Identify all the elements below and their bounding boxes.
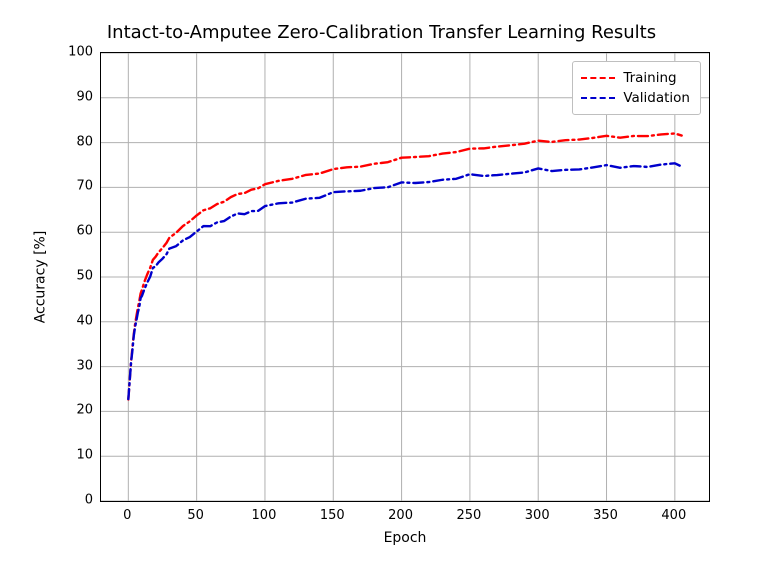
- chart-title: Intact-to-Amputee Zero-Calibration Trans…: [0, 22, 763, 43]
- training-line: [128, 133, 681, 399]
- x-tick: 50: [187, 508, 204, 523]
- y-tick: 50: [43, 269, 93, 284]
- legend: Training Validation: [572, 61, 701, 115]
- grid: [101, 53, 709, 501]
- training-swatch: [581, 77, 615, 79]
- y-tick: 80: [43, 134, 93, 149]
- legend-label-training: Training: [623, 70, 676, 86]
- y-tick: 70: [43, 179, 93, 194]
- chart-figure: Intact-to-Amputee Zero-Calibration Trans…: [0, 0, 763, 571]
- validation-swatch: [581, 97, 615, 99]
- legend-label-validation: Validation: [623, 90, 690, 106]
- x-tick: 150: [320, 508, 345, 523]
- y-tick: 100: [43, 45, 93, 60]
- plot-area: Training Validation: [100, 52, 710, 502]
- x-axis-label: Epoch: [100, 530, 710, 546]
- y-tick: 20: [43, 403, 93, 418]
- y-tick: 30: [43, 358, 93, 373]
- y-tick: 10: [43, 448, 93, 463]
- x-tick: 400: [661, 508, 686, 523]
- x-tick: 200: [388, 508, 413, 523]
- x-tick: 350: [593, 508, 618, 523]
- x-tick: 100: [252, 508, 277, 523]
- validation-line: [128, 163, 681, 399]
- legend-item-training: Training: [581, 68, 690, 88]
- x-tick: 300: [525, 508, 550, 523]
- y-tick: 40: [43, 313, 93, 328]
- y-axis-label: Accuracy [%]: [30, 52, 50, 502]
- y-axis-label-text: Accuracy [%]: [32, 231, 48, 324]
- y-tick: 60: [43, 224, 93, 239]
- plot-svg: [101, 53, 709, 501]
- y-tick: 90: [43, 89, 93, 104]
- legend-item-validation: Validation: [581, 88, 690, 108]
- y-tick: 0: [43, 493, 93, 508]
- x-tick: 0: [123, 508, 131, 523]
- x-tick: 250: [456, 508, 481, 523]
